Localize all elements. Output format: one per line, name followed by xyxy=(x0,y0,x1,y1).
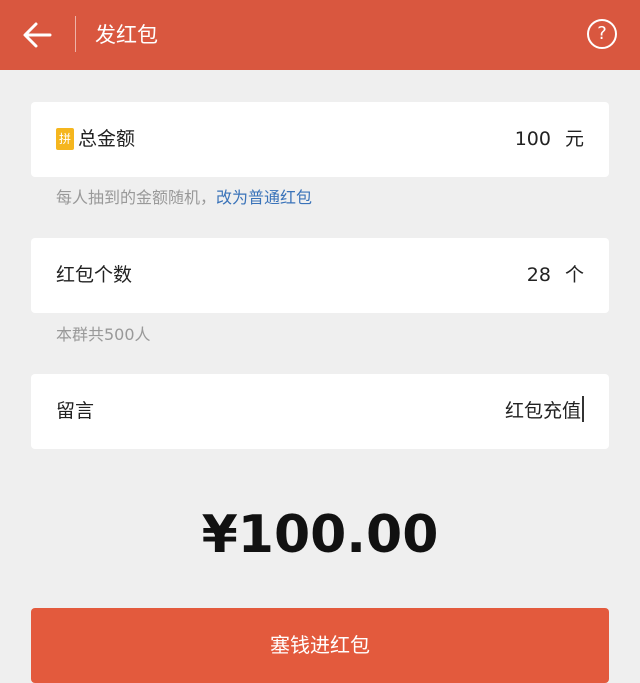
top-bar: 发红包 ? xyxy=(0,0,640,70)
amount-hint: 每人抽到的金额随机，改为普通红包 xyxy=(56,184,312,208)
count-value: 28 xyxy=(526,264,551,286)
display-amount: ¥100.00 xyxy=(201,505,439,565)
message-input[interactable]: 红包充值 xyxy=(505,374,584,449)
total-amount-value: 100 xyxy=(514,128,551,150)
count-hint: 本群共500人 xyxy=(56,325,151,344)
count-label: 红包个数 xyxy=(56,264,133,286)
total-amount-label: 总金额 xyxy=(78,128,136,150)
total-amount-input[interactable]: 100 元 xyxy=(515,102,584,177)
pin-badge-icon: 拼 xyxy=(56,128,74,150)
count-input[interactable]: 28 个 xyxy=(527,238,584,313)
text-cursor xyxy=(582,396,584,422)
total-amount-row[interactable]: 拼总金额 100 元 xyxy=(31,102,609,177)
amount-hint-text: 每人抽到的金额随机， xyxy=(56,188,217,207)
back-button[interactable] xyxy=(18,17,56,53)
count-row[interactable]: 红包个数 28 个 xyxy=(31,238,609,313)
help-button[interactable]: ? xyxy=(587,19,617,49)
total-amount-label-group: 拼总金额 xyxy=(56,102,135,177)
message-value: 红包充值 xyxy=(504,400,581,422)
total-amount-unit: 元 xyxy=(564,128,584,150)
page-title: 发红包 xyxy=(95,23,158,47)
message-row[interactable]: 留言 红包充值 xyxy=(31,374,609,449)
arrow-left-icon xyxy=(23,22,52,48)
count-unit: 个 xyxy=(564,264,584,286)
message-label: 留言 xyxy=(56,400,95,422)
question-circle-icon: ? xyxy=(597,23,607,44)
header-divider xyxy=(75,16,76,52)
switch-to-normal-link[interactable]: 改为普通红包 xyxy=(216,188,312,207)
submit-button[interactable]: 塞钱进红包 xyxy=(31,608,609,683)
